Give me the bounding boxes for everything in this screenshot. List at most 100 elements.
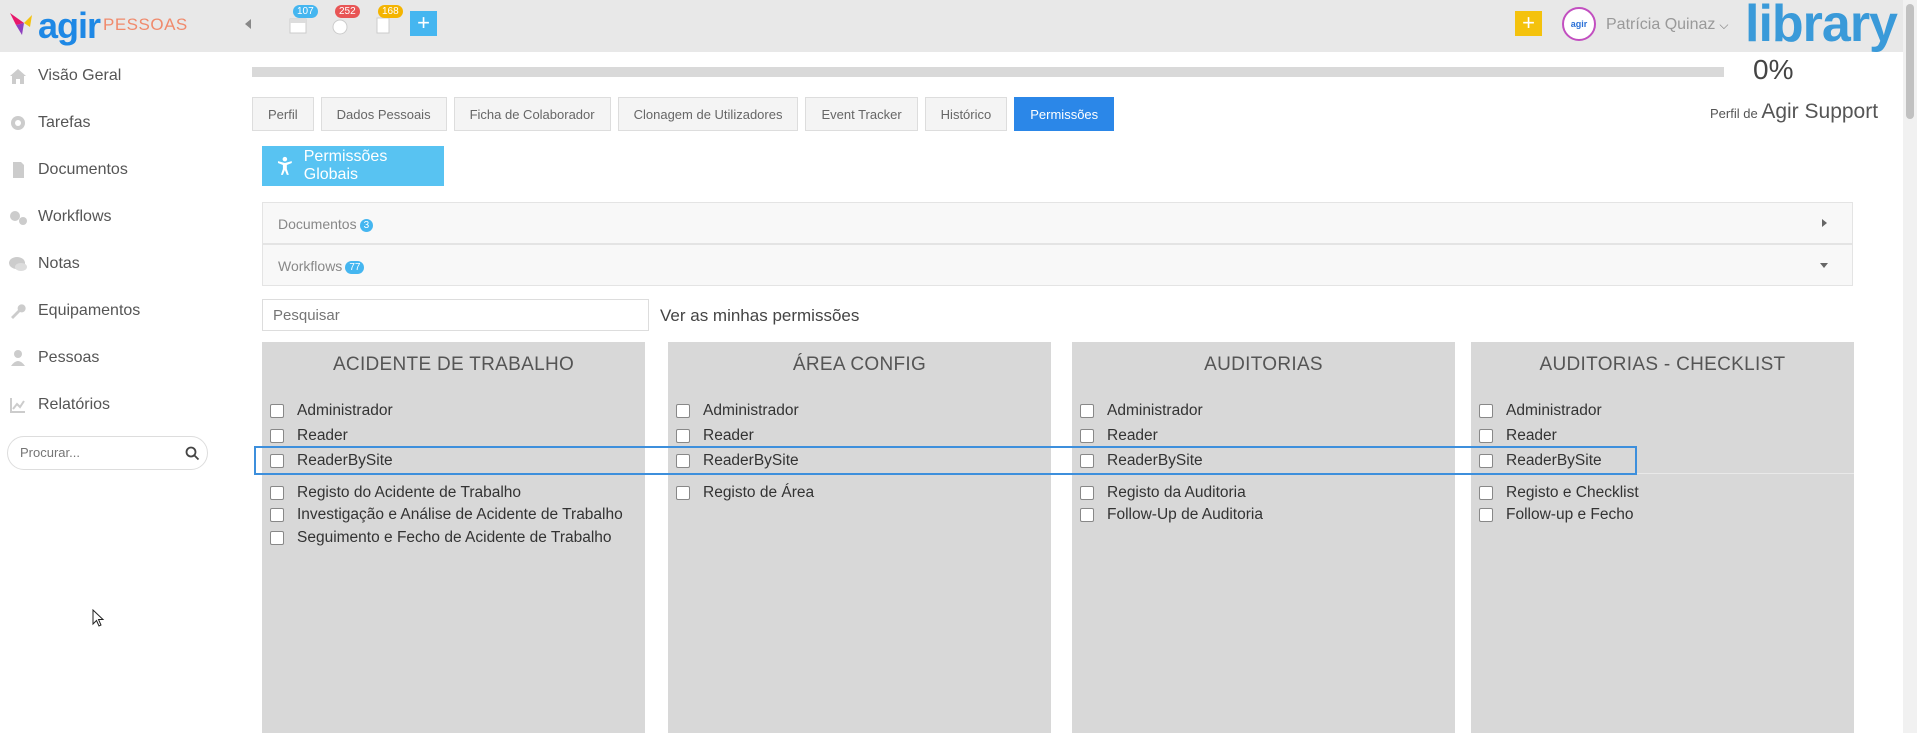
- permission-checkbox-row[interactable]: Registo da Auditoria: [1080, 483, 1246, 503]
- checkbox[interactable]: [1080, 429, 1094, 443]
- sidebar-item-notas[interactable]: Notas: [0, 240, 220, 287]
- permission-checkbox-row[interactable]: Administrador: [270, 401, 393, 421]
- calendar-badge: 107: [293, 5, 318, 18]
- search-icon[interactable]: [185, 446, 200, 461]
- scrollbar-thumb[interactable]: [1906, 4, 1914, 119]
- sidebar-item-equipamentos[interactable]: Equipamentos: [0, 287, 220, 334]
- accordion-documentos[interactable]: Documentos 3: [262, 202, 1853, 244]
- checkbox[interactable]: [270, 531, 284, 545]
- checkbox[interactable]: [270, 429, 284, 443]
- checkbox[interactable]: [676, 486, 690, 500]
- permission-checkbox-row[interactable]: Registo do Acidente de Trabalho: [270, 483, 521, 503]
- checkbox[interactable]: [1479, 429, 1493, 443]
- accordion-workflows[interactable]: Workflows 77: [262, 244, 1853, 286]
- sidebar-item-visao-geral[interactable]: Visão Geral: [0, 52, 220, 99]
- workflow-panel: ACIDENTE DE TRABALHO Administrador Reade…: [262, 342, 645, 733]
- wrench-icon: [11, 304, 26, 319]
- permission-checkbox-row[interactable]: Administrador: [1080, 401, 1203, 421]
- accordion-label: Documentos 3: [278, 216, 374, 232]
- home-icon: [10, 69, 26, 84]
- sidebar-item-relatorios[interactable]: Relatórios: [0, 381, 220, 428]
- checkbox[interactable]: [1479, 486, 1493, 500]
- global-permissions-button[interactable]: Permissões Globais: [262, 146, 444, 186]
- permission-checkbox-row[interactable]: Registo e Checklist: [1479, 483, 1639, 503]
- sidebar-item-label: Workflows: [38, 207, 112, 225]
- tab-dados-pessoais[interactable]: Dados Pessoais: [320, 97, 447, 131]
- sidebar-item-workflows[interactable]: Workflows: [0, 193, 220, 240]
- tab-clonagem-utilizadores[interactable]: Clonagem de Utilizadores: [617, 97, 799, 131]
- vertical-scrollbar[interactable]: [1903, 0, 1917, 733]
- tab-perfil[interactable]: Perfil: [252, 97, 314, 131]
- tab-permissoes[interactable]: Permissões: [1014, 97, 1115, 131]
- chevron-down-icon: [1820, 263, 1828, 268]
- tasks-notification-icon[interactable]: 252: [329, 5, 360, 36]
- sidebar-item-pessoas[interactable]: Pessoas: [0, 334, 220, 381]
- permission-checkbox-row[interactable]: Follow-up e Fecho: [1479, 505, 1634, 525]
- permission-checkbox-row[interactable]: Reader: [1479, 426, 1557, 446]
- permission-checkbox-row[interactable]: Administrador: [1479, 401, 1602, 421]
- checkbox[interactable]: [676, 404, 690, 418]
- permission-label: Investigação e Análise de Acidente de Tr…: [297, 506, 623, 523]
- progress-bar: [252, 67, 1724, 77]
- permission-checkbox-row[interactable]: ReaderBySite: [1080, 451, 1203, 471]
- tab-ficha-colaborador[interactable]: Ficha de Colaborador: [453, 97, 611, 131]
- panel-title: ACIDENTE DE TRABALHO: [332, 354, 575, 375]
- add-button[interactable]: +: [410, 11, 437, 36]
- checkbox[interactable]: [270, 454, 284, 468]
- permission-label: Reader: [1107, 427, 1158, 444]
- profile-owner: Perfil de Agir Support: [1710, 100, 1878, 124]
- tasks-badge: 252: [335, 5, 360, 18]
- checkbox[interactable]: [1479, 454, 1493, 468]
- quick-add-button[interactable]: +: [1515, 11, 1542, 36]
- checkbox[interactable]: [1080, 404, 1094, 418]
- sidebar-item-documentos[interactable]: Documentos: [0, 146, 220, 193]
- permission-checkbox-row[interactable]: Registo de Área: [676, 483, 814, 503]
- chevron-right-icon: [1822, 219, 1827, 227]
- permission-checkbox-row[interactable]: Seguimento e Fecho de Acidente de Trabal…: [270, 528, 612, 548]
- checkbox[interactable]: [270, 486, 284, 500]
- global-permissions-label: Permissões Globais: [303, 148, 388, 183]
- sidebar-search[interactable]: [7, 436, 208, 470]
- checkbox[interactable]: [1080, 454, 1094, 468]
- permission-checkbox-row[interactable]: Administrador: [676, 401, 799, 421]
- permission-checkbox-row[interactable]: ReaderBySite: [270, 451, 393, 471]
- panel-title: AUDITORIAS: [1204, 354, 1323, 375]
- permissions-search[interactable]: [262, 299, 649, 331]
- permission-label: Administrador: [703, 402, 799, 419]
- sidebar-item-label: Pessoas: [38, 348, 100, 366]
- permissions-search-input[interactable]: [273, 307, 633, 324]
- calendar-notification-icon[interactable]: 107: [287, 5, 318, 36]
- sidebar-item-tarefas[interactable]: Tarefas: [0, 99, 220, 146]
- permission-checkbox-row[interactable]: ReaderBySite: [676, 451, 799, 471]
- permission-label: Registo e Checklist: [1506, 484, 1639, 501]
- avatar[interactable]: agir: [1562, 7, 1596, 41]
- tab-historico[interactable]: Histórico: [924, 97, 1008, 131]
- tab-event-tracker[interactable]: Event Tracker: [805, 97, 918, 131]
- divider: [1072, 473, 1455, 474]
- permission-checkbox-row[interactable]: Follow-Up de Auditoria: [1080, 505, 1263, 525]
- user-menu[interactable]: Patrícia Quinaz ⌵: [1606, 16, 1729, 34]
- top-bar: agir PESSOAS 107 252 168 + + agir Patríc…: [0, 0, 1903, 53]
- gears-icon: [10, 211, 27, 225]
- checkbox[interactable]: [1080, 486, 1094, 500]
- sidebar-search-input[interactable]: [20, 445, 180, 460]
- permission-checkbox-row[interactable]: Investigação e Análise de Acidente de Tr…: [270, 505, 623, 525]
- my-permissions-link[interactable]: Ver as minhas permissões: [660, 306, 859, 326]
- divider: [668, 473, 1051, 474]
- agir-logo[interactable]: agir: [8, 4, 101, 48]
- collapse-sidebar-icon[interactable]: [240, 14, 256, 34]
- checkbox[interactable]: [676, 454, 690, 468]
- permission-checkbox-row[interactable]: Reader: [270, 426, 348, 446]
- checkbox[interactable]: [1080, 508, 1094, 522]
- checkbox[interactable]: [270, 404, 284, 418]
- checkbox[interactable]: [676, 429, 690, 443]
- permission-checkbox-row[interactable]: Reader: [676, 426, 754, 446]
- checkbox[interactable]: [1479, 404, 1493, 418]
- documents-notification-icon[interactable]: 168: [372, 5, 403, 36]
- checkbox[interactable]: [1479, 508, 1493, 522]
- person-arms-up-icon: [277, 156, 292, 175]
- permission-checkbox-row[interactable]: Reader: [1080, 426, 1158, 446]
- permission-checkbox-row[interactable]: ReaderBySite: [1479, 451, 1602, 471]
- permission-label: Administrador: [1506, 402, 1602, 419]
- checkbox[interactable]: [270, 508, 284, 522]
